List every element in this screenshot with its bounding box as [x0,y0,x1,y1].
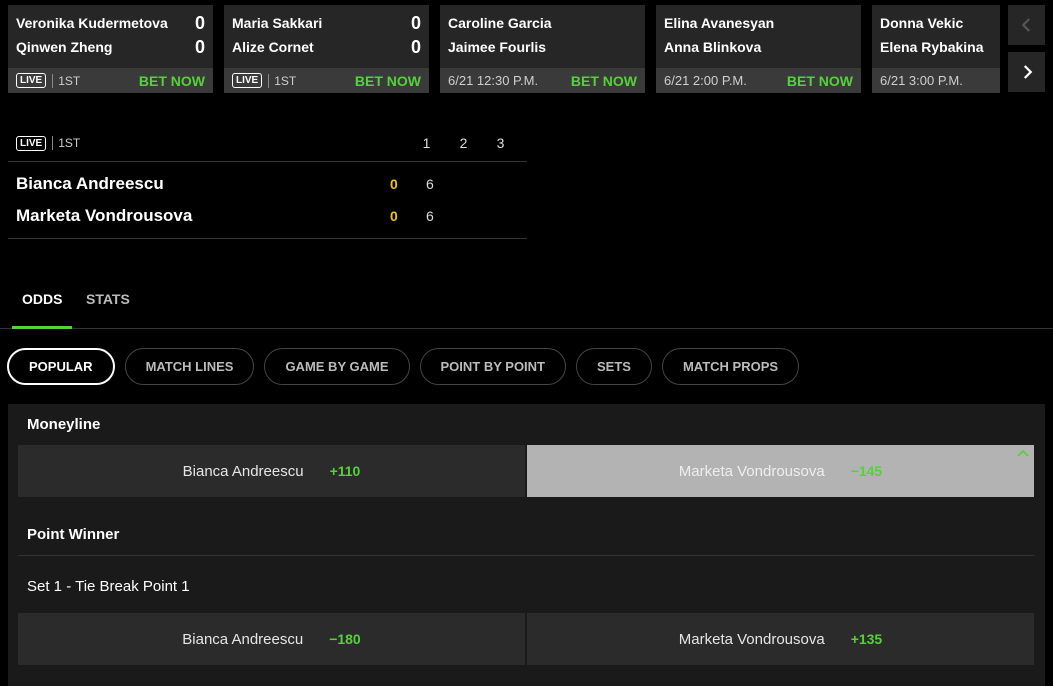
odds-price: +135 [850,631,883,647]
player-name: Marketa Vondrousova [16,206,193,225]
set-headers: 1 2 3 [408,135,519,151]
divider [18,555,1034,556]
player-name: Bianca Andreescu [16,174,164,193]
chevron-left-icon [1021,18,1030,32]
player-name: Alize Cornet [232,39,314,55]
selection-name: Marketa Vondrousova [678,630,825,648]
set-header: 2 [459,135,468,151]
player-name: Veronika Kudermetova [16,15,168,31]
player-name: Qinwen Zheng [16,39,113,55]
tab-odds[interactable]: ODDS [12,270,73,329]
player-name: Jaimee Fourlis [448,39,547,55]
score: 0 [194,37,205,57]
chevron-right-icon [1023,65,1032,79]
player-row: Bianca Andreescu 0 6 [8,168,527,200]
bet-now-link[interactable]: BET NOW [139,73,205,89]
player-name: Elina Avanesyan [664,15,775,31]
scoreboard-card[interactable]: Maria Sakkari 0 Alize Cornet 0 LIVE 1ST BE… [224,5,429,93]
odds-price: −180 [329,631,361,647]
scoreboard-strip: Veronika Kudermetova 0 Qinwen Zheng 0 LIVE… [8,5,1045,93]
start-time: 6/21 3:00 P.M. [880,73,963,88]
live-badge: LIVE [232,73,263,88]
period-label: 1ST [52,73,80,88]
period-label: 1ST [268,73,296,88]
odds-button-selected[interactable]: Marketa Vondrousova −145 [527,445,1034,497]
bet-now-link[interactable]: BET NOW [355,73,421,89]
pill-game-by-game[interactable]: GAME BY GAME [264,348,410,385]
market-subtitle: Set 1 - Tie Break Point 1 [27,578,190,595]
odds-button[interactable]: Marketa Vondrousova +135 [527,613,1034,665]
start-time: 6/21 12:30 P.M. [448,73,539,88]
tab-stats[interactable]: STATS [76,270,140,328]
period-label: 1ST [52,136,80,150]
chevron-up-icon [1017,449,1029,457]
score: 0 [410,37,421,57]
pill-match-lines[interactable]: MATCH LINES [124,348,255,385]
player-name: Donna Vekic [880,15,964,31]
live-match-box: LIVE 1ST 1 2 3 Bianca Andreescu 0 6 Mark… [8,125,527,239]
odds-button[interactable]: Bianca Andreescu −180 [18,613,525,665]
tab-bar: ODDS STATS [0,270,1053,329]
player-name: Maria Sakkari [232,15,323,31]
pill-point-by-point[interactable]: POINT BY POINT [419,348,566,385]
player-name: Elena Rybakina [880,39,984,55]
pill-match-props[interactable]: MATCH PROPS [661,348,800,385]
pill-popular[interactable]: POPULAR [7,348,115,385]
bet-now-link[interactable]: BET NOW [571,73,637,89]
scoreboard-card[interactable]: Caroline Garcia Jaimee Fourlis 6/21 12:3… [440,5,645,93]
scoreboard-card[interactable]: Elina Avanesyan Anna Blinkova 6/21 2:00 … [656,5,861,93]
live-badge: LIVE [16,135,47,151]
player-name: Anna Blinkova [664,39,762,55]
live-badge: LIVE [16,73,47,88]
game-points: 0 [390,176,398,192]
pill-sets[interactable]: SETS [576,348,652,385]
start-time: 6/21 2:00 P.M. [664,73,747,88]
scroll-right-button[interactable] [1008,52,1045,92]
odds-price: +110 [329,463,361,479]
market-title-point-winner: Point Winner [27,526,120,543]
selection-name: Bianca Andreescu [182,630,304,648]
selection-name: Marketa Vondrousova [678,462,825,480]
selection-name: Bianca Andreescu [182,462,304,480]
market-filter-pills: POPULAR MATCH LINES GAME BY GAME POINT B… [7,348,800,385]
score: 0 [194,13,205,33]
scroll-left-button[interactable] [1008,5,1045,45]
set-score: 6 [426,208,434,224]
market-title-moneyline: Moneyline [27,416,101,433]
player-name: Caroline Garcia [448,15,552,31]
score: 0 [410,13,421,33]
set-header: 1 [422,135,431,151]
set-header: 3 [496,135,505,151]
bet-now-link[interactable]: BET NOW [787,73,853,89]
markets-panel: Moneyline Bianca Andreescu +110 Marketa … [8,404,1045,686]
player-row: Marketa Vondrousova 0 6 [8,200,527,232]
game-points: 0 [390,208,398,224]
scoreboard-card[interactable]: Donna Vekic Elena Rybakina 6/21 3:00 P.M… [872,5,1000,93]
set-score: 6 [426,176,434,192]
scoreboard-card[interactable]: Veronika Kudermetova 0 Qinwen Zheng 0 LIVE… [8,5,213,93]
odds-button[interactable]: Bianca Andreescu +110 [18,445,525,497]
odds-price: −145 [850,463,883,479]
